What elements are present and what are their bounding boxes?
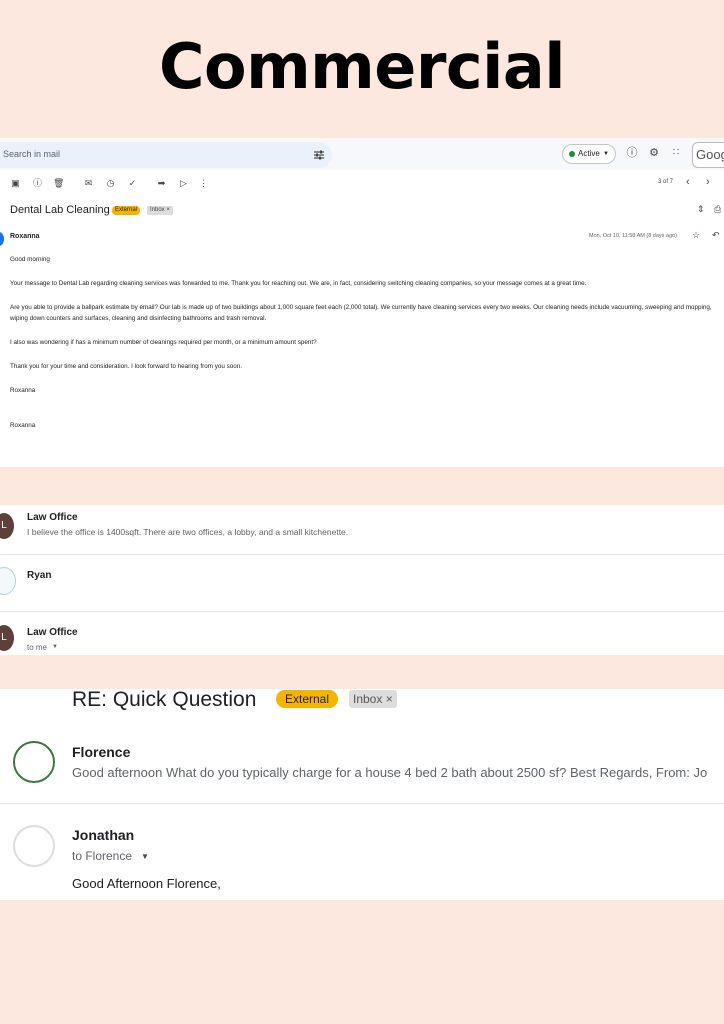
search-options-icon[interactable]: [312, 148, 326, 162]
label-icon[interactable]: ▷: [178, 178, 189, 189]
email-paragraph: Thank you for your time and consideratio…: [10, 363, 243, 370]
status-label: Active: [578, 149, 600, 158]
inbox-label-chip[interactable]: Inbox ×: [349, 690, 397, 708]
status-chip[interactable]: Active ▼: [562, 144, 616, 164]
print-icon[interactable]: ⎙: [714, 204, 721, 215]
email-greeting: Good Afternoon Florence,: [72, 876, 221, 891]
search-input[interactable]: Search in mail: [0, 142, 332, 168]
message-snippet[interactable]: I believe the office is 1400sqft. There …: [27, 527, 348, 537]
chevron-right-icon[interactable]: ›: [706, 176, 710, 188]
email-signature: Roxanna: [10, 422, 36, 429]
gear-icon[interactable]: ⚙: [647, 146, 661, 160]
star-icon[interactable]: ☆: [692, 230, 700, 241]
mark-unread-icon[interactable]: ✉: [83, 178, 94, 189]
more-options-icon[interactable]: ⋮: [198, 178, 209, 189]
message-snippet[interactable]: Good afternoon What do you typically cha…: [72, 765, 707, 780]
divider: [0, 554, 724, 555]
external-badge: External: [112, 206, 141, 215]
email-paragraph: Are you able to provide a ballpark estim…: [10, 304, 712, 322]
chevron-down-icon[interactable]: ▼: [52, 644, 58, 650]
archive-icon[interactable]: ▣: [10, 178, 21, 189]
move-to-icon[interactable]: ➡: [156, 178, 167, 189]
chevron-left-icon[interactable]: ‹: [686, 176, 690, 188]
sender-name: Roxanna: [10, 233, 40, 240]
page-title: Commercial: [158, 30, 566, 103]
email-subject: Dental Lab Cleaning: [10, 204, 110, 216]
reply-icon[interactable]: ↶: [712, 230, 720, 241]
email-greeting: Good morning: [10, 256, 50, 263]
email-signoff: Roxanna: [10, 387, 36, 394]
apps-grid-icon[interactable]: ∷: [669, 146, 683, 160]
delete-icon[interactable]: 🗑: [53, 178, 64, 189]
inbox-label-chip[interactable]: Inbox ×: [147, 206, 173, 215]
avatar: [0, 567, 16, 595]
gmail-screenshot-law-office: L Law Office I believe the office is 140…: [0, 505, 724, 655]
email-paragraph: I also was wondering if has a minimum nu…: [10, 339, 317, 346]
avatar: [0, 232, 4, 246]
avatar: L: [0, 625, 14, 651]
add-task-icon[interactable]: ✓: [127, 178, 138, 189]
search-placeholder: Search in mail: [3, 149, 61, 159]
status-dot-icon: [569, 151, 575, 157]
report-spam-icon[interactable]: ⓘ: [32, 178, 43, 189]
expand-icon[interactable]: ⇕: [697, 204, 705, 215]
avatar: L: [0, 513, 14, 539]
email-paragraph: Your message to Dental Lab regarding cle…: [10, 280, 587, 287]
google-account-logo[interactable]: Goog: [692, 142, 724, 168]
email-date: Mon, Oct 10, 11:58 AM (8 days ago): [589, 233, 677, 239]
sender-name: Law Office: [27, 512, 78, 523]
avatar: [13, 825, 55, 867]
snooze-icon[interactable]: ◷: [105, 178, 116, 189]
gmail-top-bar: Search in mail Active ▼ ⓘ ⚙ ∷ Goog: [0, 138, 724, 170]
sender-name: Law Office: [27, 627, 78, 638]
sender-name[interactable]: Ryan: [27, 570, 51, 581]
gmail-screenshot-dental: Search in mail Active ▼ ⓘ ⚙ ∷ Goog ▣ ⓘ 🗑…: [0, 138, 724, 467]
pagination-count: 3 of 7: [658, 179, 674, 185]
gmail-screenshot-quick-question: RE: Quick Question External Inbox × Flor…: [0, 689, 724, 900]
chevron-down-icon[interactable]: ▼: [141, 852, 149, 861]
external-badge: External: [276, 690, 339, 708]
sender-name: Jonathan: [72, 827, 135, 843]
recipient-dropdown[interactable]: to Florence: [72, 849, 132, 863]
avatar: [13, 741, 55, 783]
chevron-down-icon: ▼: [603, 151, 609, 157]
email-subject: RE: Quick Question: [72, 689, 257, 711]
divider: [0, 803, 724, 804]
divider: [0, 611, 724, 612]
help-icon[interactable]: ⓘ: [625, 146, 639, 160]
sender-name: Florence: [72, 744, 131, 760]
recipient-dropdown[interactable]: to me: [27, 643, 47, 652]
